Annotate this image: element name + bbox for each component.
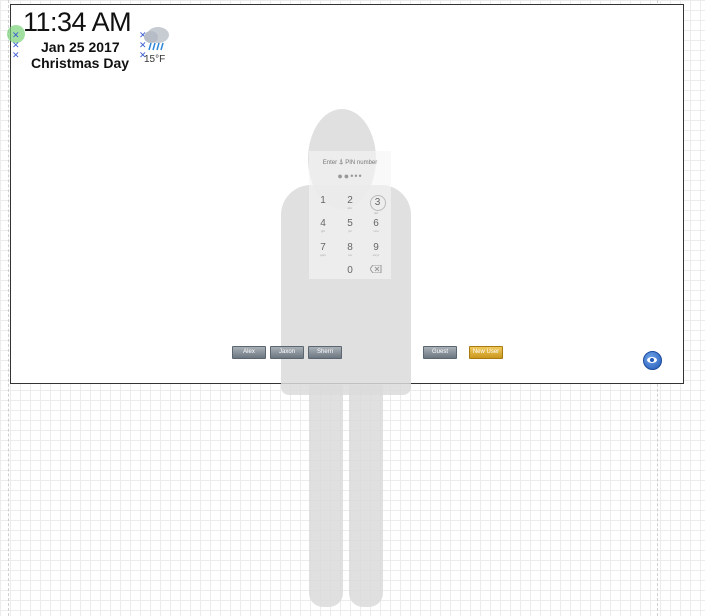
anchor-x-icon[interactable]: ✕ — [12, 41, 20, 50]
pin-dots: ●●••• — [337, 171, 363, 181]
screen-canvas: ✕ ✕ ✕ ✕ ✕ ✕ 11:34 AM Jan 25 2017 Christm… — [7, 4, 684, 607]
eye-icon[interactable] — [643, 351, 662, 370]
temperature-label: 15°F — [144, 54, 166, 65]
rain-cloud-icon — [144, 27, 169, 51]
new-user-button[interactable]: New User — [469, 346, 503, 359]
pin-key-1[interactable]: 1 — [313, 195, 333, 210]
pin-key-8[interactable]: 8 tuv — [340, 242, 360, 257]
pin-key-4[interactable]: 4 ghi — [313, 218, 333, 233]
pin-key-6[interactable]: 6 mno — [366, 218, 386, 233]
holiday-label: Christmas Day — [31, 55, 130, 71]
clock-date: Jan 25 2017 — [41, 39, 120, 55]
guide-line-left — [8, 0, 9, 616]
pin-key-9[interactable]: 9 wxyz — [366, 242, 386, 257]
pin-title-left: Enter — [322, 160, 338, 166]
pin-key-5[interactable]: 5 jkl — [340, 218, 360, 233]
guest-button[interactable]: Guest — [423, 346, 457, 359]
pin-pad: Enter ⍋ PIN number ●●••• 1 2 abc 3 def 4 gh… — [309, 151, 391, 279]
user-button-jaxon[interactable]: Jaxon — [270, 346, 304, 359]
user-button-sherri[interactable]: Sherri — [308, 346, 342, 359]
user-icon: ⍋ — [338, 157, 344, 166]
pin-pad-title: Enter ⍋ PIN number — [309, 157, 391, 167]
pin-key-2[interactable]: 2 abc — [340, 195, 360, 210]
user-button-alex[interactable]: Alex — [232, 346, 266, 359]
anchor-x-icon[interactable]: ✕ — [12, 31, 20, 40]
pin-key-0[interactable]: 0 — [340, 265, 360, 276]
pin-key-3[interactable]: 3 def — [366, 195, 386, 215]
backspace-icon[interactable] — [366, 264, 386, 276]
pin-title-right: PIN number — [345, 160, 378, 166]
clock-time: 11:34 AM — [23, 7, 132, 37]
pin-key-7[interactable]: 7 pqrs — [313, 242, 333, 257]
anchor-x-icon[interactable]: ✕ — [12, 51, 20, 60]
